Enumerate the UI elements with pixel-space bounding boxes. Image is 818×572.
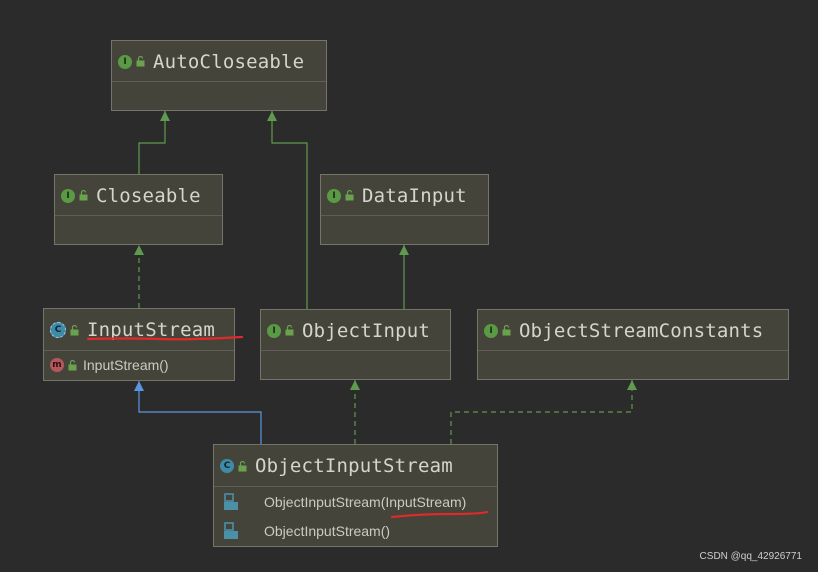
node-closeable[interactable]: I Closeable xyxy=(54,174,223,245)
edge-objectinput-autocloseable xyxy=(267,111,308,309)
abstract-class-icon: C xyxy=(50,322,66,338)
node-datainput[interactable]: I DataInput xyxy=(320,174,489,245)
lock-icon xyxy=(136,56,145,67)
lock-icon xyxy=(70,324,79,335)
member-label: InputStream() xyxy=(83,357,169,373)
member-label: ObjectInputStream() xyxy=(264,523,391,539)
node-title: Closeable xyxy=(96,184,201,207)
node-title: InputStream xyxy=(87,319,216,341)
lock-icon xyxy=(285,325,294,336)
member-row[interactable]: ObjectInputStream() xyxy=(214,517,497,545)
watermark: CSDN @qq_42926771 xyxy=(699,551,802,562)
node-objectstreamconstants[interactable]: I ObjectStreamConstants xyxy=(477,309,789,380)
edge-closeable-autocloseable xyxy=(138,111,170,174)
constructor-icon xyxy=(224,493,238,510)
lock-icon xyxy=(79,190,88,201)
node-title: ObjectInput xyxy=(302,319,431,342)
edge-objectinputstream-objectstreamconstants xyxy=(450,380,637,444)
node-title: AutoCloseable xyxy=(153,50,305,73)
edge-objectinputstream-inputstream xyxy=(134,381,262,444)
interface-icon: I xyxy=(61,188,75,203)
node-objectinputstream[interactable]: C ObjectInputStream ObjectInputStream(In… xyxy=(213,444,498,547)
lock-icon xyxy=(502,325,511,336)
lock-icon xyxy=(68,359,77,370)
member-row[interactable]: m InputStream() xyxy=(44,351,234,379)
node-autocloseable[interactable]: I AutoCloseable xyxy=(111,40,327,111)
node-title: ObjectStreamConstants xyxy=(519,319,764,342)
interface-icon: I xyxy=(327,188,341,203)
member-row[interactable]: ObjectInputStream(InputStream) xyxy=(214,487,497,517)
class-icon: C xyxy=(220,459,234,473)
lock-icon xyxy=(238,460,247,471)
node-inputstream[interactable]: C InputStream m InputStream() xyxy=(43,308,235,381)
node-title: DataInput xyxy=(362,184,467,207)
node-title: ObjectInputStream xyxy=(255,455,453,477)
interface-icon: I xyxy=(267,323,281,338)
node-objectinput[interactable]: I ObjectInput xyxy=(260,309,451,380)
lock-icon xyxy=(345,190,354,201)
interface-icon: I xyxy=(484,323,498,338)
interface-icon: I xyxy=(118,54,132,69)
member-label: ObjectInputStream(InputStream) xyxy=(264,494,467,510)
method-icon: m xyxy=(50,358,64,372)
constructor-icon xyxy=(224,522,238,539)
